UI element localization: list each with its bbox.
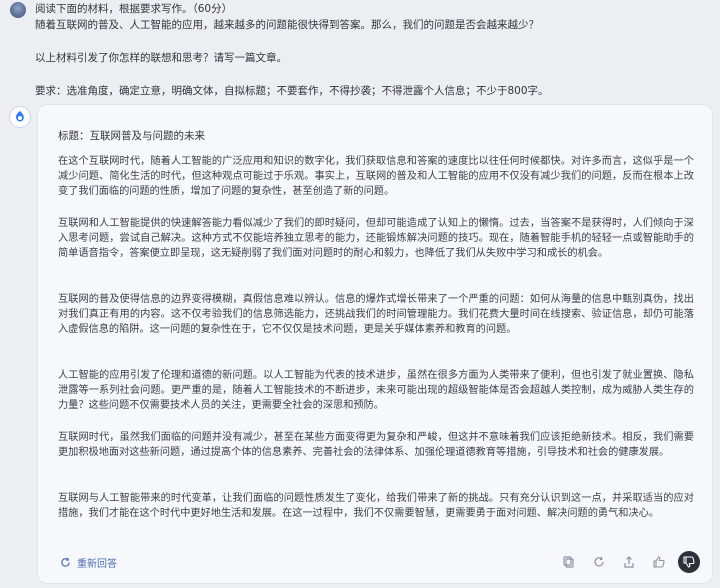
answer-paragraph-2: 互联网和人工智能提供的快速解答能力看似减少了我们的即时疑问，但却可能造成了认知上…: [58, 218, 694, 259]
regenerate-label: 重新回答: [77, 559, 117, 570]
answer-paragraph-1: 在这个互联网时代，随着人工智能的广泛应用和知识的数字化，我们获取信息和答案的速度…: [58, 156, 694, 197]
answer-toolbar: [558, 551, 700, 573]
answer-footer: 重新回答: [38, 545, 712, 583]
share-button[interactable]: [618, 551, 640, 573]
refresh-icon: [594, 556, 604, 567]
thumbs-up-icon: [653, 556, 665, 568]
thumbs-down-icon: [683, 556, 695, 568]
answer-paragraph-5: 互联网时代，虽然我们面临的问题并没有减少，甚至在某些方面变得更为复杂和严峻，但这…: [58, 432, 694, 458]
answer-title: 标题：互联网普及与问题的未来: [58, 130, 205, 142]
user-avatar: [10, 2, 26, 18]
copy-icon: [563, 556, 574, 568]
answer-paragraph-4: 人工智能的应用引发了伦理和道德的新问题。以人工智能为代表的技术进步，虽然在很多方…: [58, 370, 694, 411]
answer-paragraph-6: 互联网与人工智能带来的时代变革，让我们面临的问题性质发生了变化，给我们带来了新的…: [58, 493, 694, 519]
regenerate-button[interactable]: 重新回答: [60, 555, 117, 570]
assistant-logo-icon: [16, 111, 24, 122]
user-line-2: 随着互联网的普及、人工智能的应用，越来越多的问题能很快得到答案。那么，我们的问题…: [35, 19, 539, 31]
user-line-4: 要求：选准角度，确定立意，明确文体，自拟标题；不要套作，不得抄袭；不得泄露个人信…: [35, 85, 549, 97]
thumbs-down-button[interactable]: [678, 551, 700, 573]
user-message: 阅读下面的材料，根据要求写作。（60分） 随着互联网的普及、人工智能的应用，越来…: [0, 0, 720, 100]
thumbs-up-button[interactable]: [648, 551, 670, 573]
answer-paragraph-3: 互联网的普及使得信息的边界变得模糊，真假信息难以辨认。信息的爆炸式增长带来了一个…: [58, 294, 694, 335]
refresh-button[interactable]: [588, 551, 610, 573]
copy-button[interactable]: [558, 551, 580, 573]
assistant-answer-card: 标题：互联网普及与问题的未来 在这个互联网时代，随着人工智能的广泛应用和知识的数…: [37, 104, 713, 584]
share-icon: [624, 556, 634, 568]
regenerate-icon: [61, 557, 70, 567]
user-line-3: 以上材料引发了你怎样的联想和思考？请写一篇文章。: [35, 52, 287, 64]
assistant-avatar: [9, 106, 31, 128]
user-line-1: 阅读下面的材料，根据要求写作。（60分）: [35, 3, 233, 15]
